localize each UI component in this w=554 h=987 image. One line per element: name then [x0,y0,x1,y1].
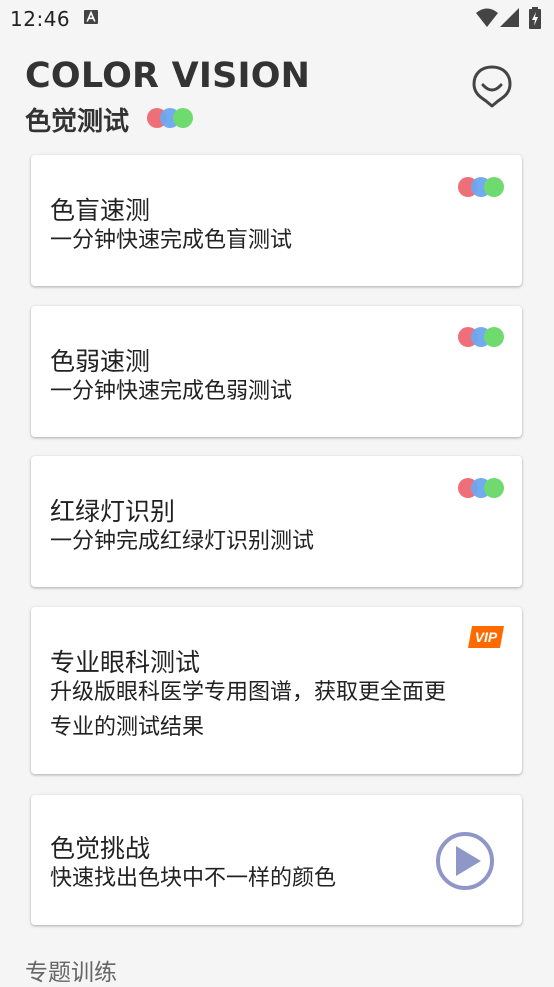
card-description: 一分钟快速完成色弱测试 [50,379,293,404]
card-title: 色盲速测 [50,196,151,225]
card-description: 一分钟完成红绿灯识别测试 [50,529,315,554]
color-dots-icon [458,177,506,197]
cell-signal-icon [500,8,519,27]
battery-charging-icon [529,7,541,29]
svg-text:VIP: VIP [475,629,498,645]
card-title: 红绿灯识别 [50,497,176,526]
status-bar: 12:46 [0,0,554,36]
card-description: 一分钟快速完成色盲测试 [50,228,293,253]
card-professional-eye-test[interactable]: 专业眼科测试 升级版眼科医学专用图谱，获取更全面更 专业的测试结果 VIP [31,607,522,774]
app-title: COLOR VISION [25,56,311,96]
card-color-weakness-test[interactable]: 色弱速测 一分钟快速完成色弱测试 [31,306,522,437]
card-color-challenge[interactable]: 色觉挑战 快速找出色块中不一样的颜色 [31,795,522,925]
card-colorblind-test[interactable]: 色盲速测 一分钟快速完成色盲测试 [31,155,522,286]
card-traffic-light-test[interactable]: 红绿灯识别 一分钟完成红绿灯识别测试 [31,456,522,587]
feedback-smile-icon[interactable] [470,64,514,108]
card-description-line1: 升级版眼科医学专用图谱，获取更全面更 [50,680,447,705]
color-dots-icon [458,478,506,498]
card-title: 色觉挑战 [50,834,151,863]
app-subtitle: 色觉测试 [25,107,130,137]
wifi-icon [476,8,498,27]
color-dots-icon [458,327,506,347]
color-dots-icon [147,108,195,128]
card-title: 色弱速测 [50,347,151,376]
vip-badge-icon: VIP [468,626,504,648]
play-icon[interactable] [435,831,495,891]
section-heading-topic-training: 专题训练 [25,960,117,986]
notification-a-icon [84,10,98,24]
status-time: 12:46 [10,7,71,31]
card-title: 专业眼科测试 [50,648,201,677]
card-description-line2: 专业的测试结果 [50,715,205,740]
